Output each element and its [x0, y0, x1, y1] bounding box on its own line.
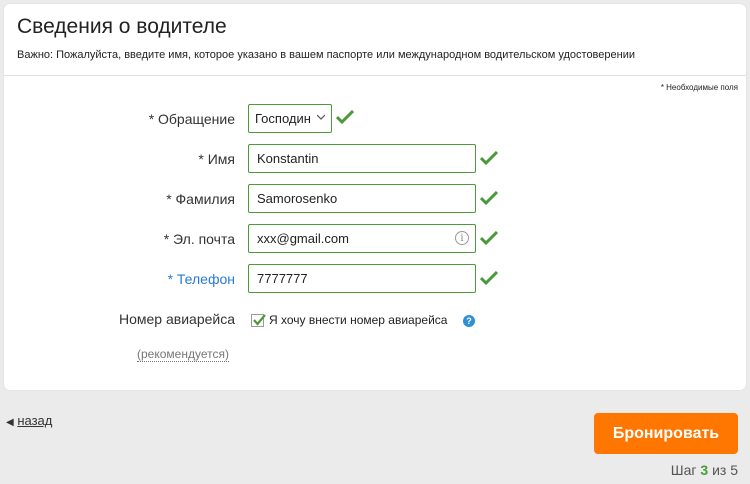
phone-label: * Телефон [167, 271, 235, 287]
email-checkmark-icon [480, 231, 498, 245]
step-current: 3 [700, 462, 709, 478]
first-name-input[interactable]: Konstantin [248, 144, 476, 173]
step-indicator: Шаг 3 из 5 [671, 462, 738, 478]
last-name-value: Samorosenko [257, 191, 338, 206]
phone-input[interactable]: 7777777 [248, 264, 476, 293]
step-prefix: Шаг [670, 462, 697, 478]
first-name-label: * Имя [198, 151, 235, 167]
chevron-down-icon [317, 114, 325, 120]
last-name-input[interactable]: Samorosenko [248, 184, 476, 213]
flight-number-checkbox-label[interactable]: Я хочу внести номер авиарейса [269, 313, 447, 327]
email-input[interactable]: xxx@gmail.com i [248, 224, 476, 253]
required-fields-note: * Необходимые поля [660, 83, 738, 92]
last-name-label: * Фамилия [166, 191, 235, 207]
passport-notice: Важно: Пожалуйста, введите имя, которое … [17, 49, 635, 61]
phone-value: 7777777 [257, 271, 308, 286]
flight-number-label: Номер авиарейса [119, 311, 235, 327]
salutation-value: Господин [255, 111, 311, 126]
driver-details-card: Сведения о водителе Важно: Пожалуйста, в… [4, 4, 746, 390]
salutation-label: * Обращение [148, 111, 235, 127]
info-icon[interactable]: i [455, 231, 469, 245]
step-of: из [712, 462, 727, 478]
back-arrow-icon: ◀ [6, 417, 14, 428]
book-button[interactable]: Бронировать [594, 413, 738, 454]
help-icon[interactable]: ? [463, 315, 475, 327]
section-title: Сведения о водителе [17, 15, 227, 38]
divider [4, 75, 746, 76]
first-name-value: Konstantin [257, 151, 319, 166]
last-name-checkmark-icon [480, 191, 498, 205]
phone-checkmark-icon [480, 271, 498, 285]
recommended-link[interactable]: (рекомендуется) [137, 348, 229, 362]
flight-number-checkbox[interactable] [251, 314, 266, 327]
email-label: * Эл. почта [163, 231, 235, 247]
salutation-select[interactable]: Господин [248, 104, 332, 133]
email-value: xxx@gmail.com [257, 231, 349, 246]
salutation-checkmark-icon [336, 110, 354, 124]
back-link[interactable]: ◀ назад [6, 413, 52, 428]
back-label: назад [17, 413, 53, 428]
step-total: 5 [730, 462, 738, 478]
checkbox-checkmark-icon [253, 314, 266, 326]
first-name-checkmark-icon [480, 151, 498, 165]
